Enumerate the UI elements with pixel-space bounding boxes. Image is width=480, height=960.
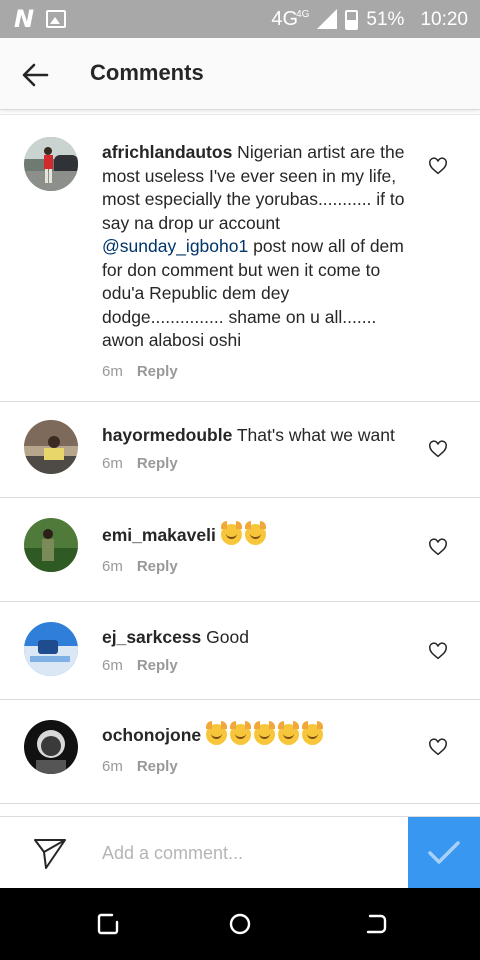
page-title: Comments [90, 60, 204, 85]
comment-item: ochonojone 6m Reply [0, 700, 480, 804]
comment-meta: 6m Reply [102, 758, 412, 775]
username[interactable]: emi_makaveli [102, 525, 216, 545]
comment-text: emi_makaveli [102, 521, 412, 548]
raising-hands-emoji-icon [206, 721, 326, 745]
system-nav-bar [0, 888, 480, 960]
username[interactable]: africhlandautos [102, 142, 232, 162]
reply-button[interactable]: Reply [137, 455, 178, 472]
home-icon[interactable] [228, 912, 252, 936]
timestamp: 6m [102, 656, 123, 674]
heart-icon[interactable] [428, 157, 448, 175]
username[interactable]: ochonojone [102, 725, 201, 745]
comment-body: emi_makaveli 6m Reply [102, 521, 412, 575]
signal-icon [317, 8, 338, 29]
comment-body: africhlandautos Nigerian artist are the … [102, 141, 412, 380]
comment-text: africhlandautos Nigerian artist are the … [102, 142, 405, 350]
avatar[interactable] [24, 420, 78, 474]
timestamp: 6m [102, 557, 123, 575]
comment-item: hayormedouble That's what we want 6m Repl… [0, 402, 480, 498]
reply-button[interactable]: Reply [137, 363, 178, 380]
comment-item: africhlandautos Nigerian artist are the … [0, 115, 480, 402]
arrow-left-icon[interactable] [20, 60, 50, 90]
clock: 10:20 [420, 8, 468, 30]
username[interactable]: hayormedouble [102, 425, 232, 445]
avatar[interactable] [24, 518, 78, 572]
raising-hands-emoji-icon [220, 521, 269, 545]
timestamp: 6m [102, 362, 123, 380]
paper-plane-icon[interactable] [32, 837, 68, 871]
checkmark-icon [428, 841, 460, 864]
avatar[interactable] [24, 137, 78, 191]
avatar[interactable] [24, 622, 78, 676]
comment-body: hayormedouble That's what we want 6m Repl… [102, 424, 412, 472]
battery-icon [345, 9, 359, 30]
comment-text: hayormedouble That's what we want [102, 425, 395, 445]
comment-body: ochonojone 6m Reply [102, 721, 412, 775]
heart-icon[interactable] [428, 738, 448, 756]
username[interactable]: ej_sarkcess [102, 627, 201, 647]
comment-body: ej_sarkcess Good 6m Reply [102, 626, 412, 674]
avatar[interactable] [24, 720, 78, 774]
add-comment-bar [0, 816, 480, 889]
heart-icon[interactable] [428, 538, 448, 556]
image-notification-icon [46, 10, 67, 28]
battery-percent: 51% [366, 8, 405, 30]
network-type: 4G4G [271, 8, 310, 30]
recents-icon[interactable] [96, 912, 120, 936]
comment-item: ej_sarkcess Good 6m Reply [0, 602, 480, 700]
mention-link[interactable]: @sunday_igboho1 [102, 236, 248, 256]
comments-list[interactable]: africhlandautos Nigerian artist are the … [0, 114, 480, 816]
comment-text: ej_sarkcess Good [102, 627, 249, 647]
n-notification-icon: N [14, 5, 35, 33]
heart-icon[interactable] [428, 642, 448, 660]
back-nav-icon[interactable] [364, 912, 388, 936]
timestamp: 6m [102, 454, 123, 472]
timestamp: 6m [102, 757, 123, 775]
header: Comments [0, 38, 480, 110]
comment-meta: 6m Reply [102, 657, 412, 674]
comment-input[interactable] [102, 839, 392, 867]
comment-meta: 6m Reply [102, 363, 412, 380]
reply-button[interactable]: Reply [137, 758, 178, 775]
comment-item: emi_makaveli 6m Reply [0, 498, 480, 602]
comment-meta: 6m Reply [102, 455, 412, 472]
status-bar: N 4G4G 51% 10:20 [0, 0, 480, 38]
heart-icon[interactable] [428, 440, 448, 458]
reply-button[interactable]: Reply [137, 657, 178, 674]
post-comment-button[interactable] [408, 817, 480, 889]
comment-text: ochonojone [102, 721, 412, 748]
reply-button[interactable]: Reply [137, 558, 178, 575]
comment-meta: 6m Reply [102, 558, 412, 575]
